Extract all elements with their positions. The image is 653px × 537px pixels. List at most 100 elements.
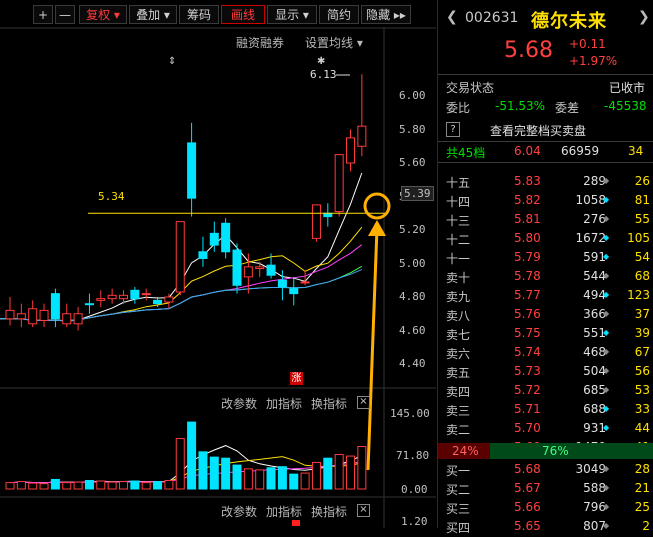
- ask-price: 5.78: [514, 269, 541, 283]
- candle-body: [266, 264, 276, 276]
- ask-row[interactable]: 卖八 5.76 366 ◆ 37: [438, 305, 653, 325]
- next-stock-icon[interactable]: ❯: [638, 9, 650, 25]
- diamond-icon: ◆: [603, 290, 610, 299]
- candle-body: [346, 137, 355, 164]
- volume-bar: [175, 438, 185, 490]
- candle-body: [39, 309, 49, 321]
- ask-row[interactable]: 卖六 5.74 468 ◆ 67: [438, 343, 653, 363]
- sub-indicator-bar: [292, 520, 300, 526]
- volume-bar: [107, 481, 117, 490]
- diamond-icon: ◆: [603, 423, 610, 432]
- ask-count: 44: [634, 421, 650, 435]
- volume-bar: [39, 483, 49, 490]
- ask-price: 5.74: [514, 345, 541, 359]
- ind1-switch-indicator[interactable]: 换指标: [311, 395, 347, 412]
- volume-bar: [209, 456, 219, 490]
- ind1-edit-params[interactable]: 改参数: [221, 395, 257, 412]
- ask-row[interactable]: 卖十 5.78 544 ◆ 68: [438, 267, 653, 287]
- bid-row[interactable]: 买三 5.66 796 ◆ 25: [438, 498, 653, 518]
- ask-row[interactable]: 十二 5.80 1672 ◆ 105: [438, 229, 653, 249]
- full-book-row[interactable]: ? 查看完整档买卖盘: [438, 120, 653, 140]
- ask-level-label: 卖十: [446, 271, 471, 285]
- volume-bar: [96, 480, 106, 490]
- volume-bar: [84, 480, 94, 490]
- volume-bar: [119, 481, 128, 490]
- candle-body: [311, 204, 321, 239]
- candle-body: [84, 303, 94, 306]
- full-book-link[interactable]: 查看完整档买卖盘: [490, 122, 586, 139]
- diamond-icon: ◆: [603, 483, 610, 492]
- candle-body: [119, 294, 128, 300]
- price-axis-label: 5.80: [399, 122, 426, 136]
- star-marker-icon: ✱: [317, 56, 325, 67]
- diamond-icon: ◆: [603, 502, 610, 511]
- ask-row[interactable]: 卖七 5.75 551 ◆ 39: [438, 324, 653, 344]
- ask-price: 5.75: [514, 326, 541, 340]
- volume-bar: [153, 481, 163, 490]
- bid-row[interactable]: 买四 5.65 807 ◆ 2: [438, 517, 653, 537]
- diamond-icon: ◆: [603, 347, 610, 356]
- ask-level-label: 卖七: [446, 328, 471, 342]
- price-change-pct: +1.97%: [569, 54, 618, 68]
- ind2-close-icon[interactable]: ×: [357, 504, 370, 517]
- volume-bar: [277, 466, 287, 490]
- ask-count: 39: [634, 326, 650, 340]
- total-levels-row: 共45档 6.04 66959 34: [438, 142, 653, 162]
- candle-body: [277, 279, 287, 288]
- ask-row[interactable]: 十四 5.82 1058 ◆ 81: [438, 191, 653, 211]
- weicha-label: 委差: [555, 101, 580, 115]
- total-levels-label: 共45档: [446, 146, 486, 160]
- candle-body: [16, 313, 26, 320]
- candle-body: [221, 222, 231, 253]
- trade-status-value: 已收市: [609, 81, 646, 95]
- ask-row[interactable]: 卖五 5.73 504 ◆ 56: [438, 362, 653, 382]
- high-price-label: 6.13: [310, 68, 337, 81]
- bid-count: 2: [642, 519, 650, 533]
- ask-row[interactable]: 十一 5.79 591 ◆ 54: [438, 248, 653, 268]
- ask-level-label: 卖三: [446, 404, 471, 418]
- ask-count: 123: [627, 288, 650, 302]
- ind2-edit-params[interactable]: 改参数: [221, 503, 257, 520]
- prev-stock-icon[interactable]: ❮: [446, 9, 458, 25]
- volume-bar: [311, 461, 321, 490]
- ask-price: 5.81: [514, 212, 541, 226]
- bid-row[interactable]: 买一 5.68 3049 ◆ 28: [438, 460, 653, 480]
- ask-price: 5.79: [514, 250, 541, 264]
- quote-panel: ❮ ❯ 002631 德尔未来 5.68 +0.11 +1.97% 交易状态 已…: [437, 0, 653, 535]
- ask-row[interactable]: 卖九 5.77 494 ◆ 123: [438, 286, 653, 306]
- ind2-add-indicator[interactable]: 加指标: [266, 503, 302, 520]
- candle-body: [209, 232, 219, 246]
- ask-level-label: 十三: [446, 214, 471, 228]
- kline-chart-area[interactable]: + — 复权 ▾ 叠加 ▾ 筹码 画线 显示 ▾ 简约 隐藏 ▸▸ 融资融券 设…: [0, 0, 436, 528]
- candle-body: [153, 299, 163, 305]
- candle-body: [62, 313, 72, 325]
- diamond-icon: ◆: [603, 521, 610, 530]
- diamond-icon: ◆: [603, 385, 610, 394]
- bid-row[interactable]: 买二 5.67 588 ◆ 21: [438, 479, 653, 499]
- vol-axis-label-top: 145.00: [390, 407, 430, 420]
- ind2-switch-indicator[interactable]: 换指标: [311, 503, 347, 520]
- ind1-add-indicator[interactable]: 加指标: [266, 395, 302, 412]
- ind1-close-icon[interactable]: ×: [357, 396, 370, 409]
- ask-price: 5.70: [514, 421, 541, 435]
- volume-bar: [346, 455, 355, 490]
- bid-price: 5.68: [514, 462, 541, 476]
- drag-marker-icon: ⇕: [168, 56, 176, 67]
- diamond-icon: ◆: [603, 252, 610, 261]
- help-icon[interactable]: ?: [446, 122, 460, 137]
- order-ratio-row: 委比 -51.53% 委差 -45538: [438, 97, 653, 117]
- ask-level-label: 卖五: [446, 366, 471, 380]
- weibi-value: -51.53%: [495, 99, 546, 113]
- ask-ratio: 76%: [542, 444, 569, 458]
- ask-row[interactable]: 卖二 5.70 931 ◆ 44: [438, 419, 653, 439]
- ask-row[interactable]: 卖三 5.71 688 ◆ 33: [438, 400, 653, 420]
- ask-row[interactable]: 十五 5.83 289 ◆ 26: [438, 172, 653, 192]
- ask-price: 5.73: [514, 364, 541, 378]
- ask-row[interactable]: 十三 5.81 276 ◆ 55: [438, 210, 653, 230]
- diamond-icon: ◆: [603, 464, 610, 473]
- ask-level-label: 卖二: [446, 423, 471, 437]
- bid-count: 28: [634, 462, 650, 476]
- candle-body: [255, 266, 265, 270]
- ask-row[interactable]: 卖四 5.72 685 ◆ 53: [438, 381, 653, 401]
- ask-volume: 1058: [575, 193, 606, 207]
